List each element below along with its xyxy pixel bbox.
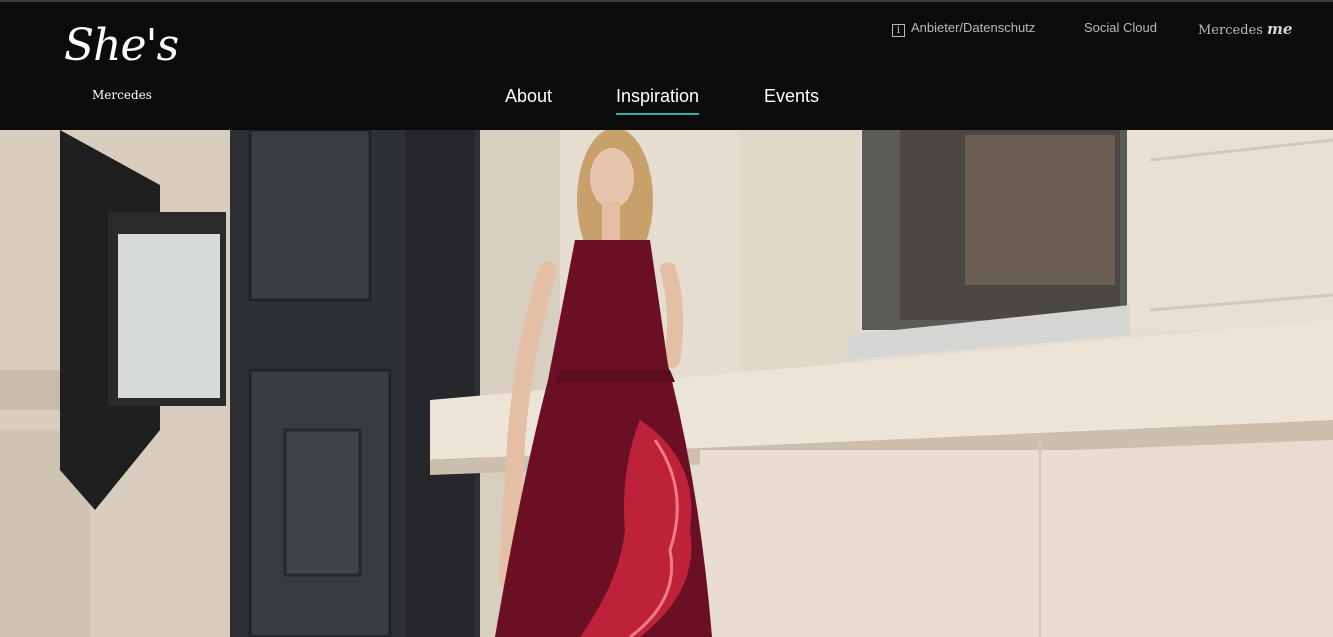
main-nav: About Inspiration Events: [0, 86, 1333, 116]
utility-links: i Anbieter/Datenschutz Social Cloud Merce…: [0, 20, 1333, 40]
imprint-label: Anbieter/Datenschutz: [911, 20, 1036, 35]
nav-item-inspiration[interactable]: Inspiration: [616, 86, 700, 115]
imprint-link[interactable]: i Anbieter/Datenschutz: [892, 20, 1035, 37]
site-header: She's Mercedes i Anbieter/Datenschutz Soc…: [0, 0, 1333, 130]
social-cloud-link[interactable]: Social Cloud: [1084, 20, 1157, 35]
social-cloud-label: Social Cloud: [1084, 20, 1157, 35]
mercedes-label: Mercedes: [1198, 23, 1263, 38]
nav-item-events[interactable]: Events: [764, 86, 819, 107]
hero-image: [0, 130, 1333, 637]
mercedes-me-link[interactable]: Mercedes me: [1198, 20, 1292, 38]
mercedes-me-label: me: [1267, 20, 1293, 38]
info-icon: i: [892, 24, 905, 37]
hero-photo-illustration: [0, 130, 1333, 637]
nav-item-about[interactable]: About: [505, 86, 552, 107]
